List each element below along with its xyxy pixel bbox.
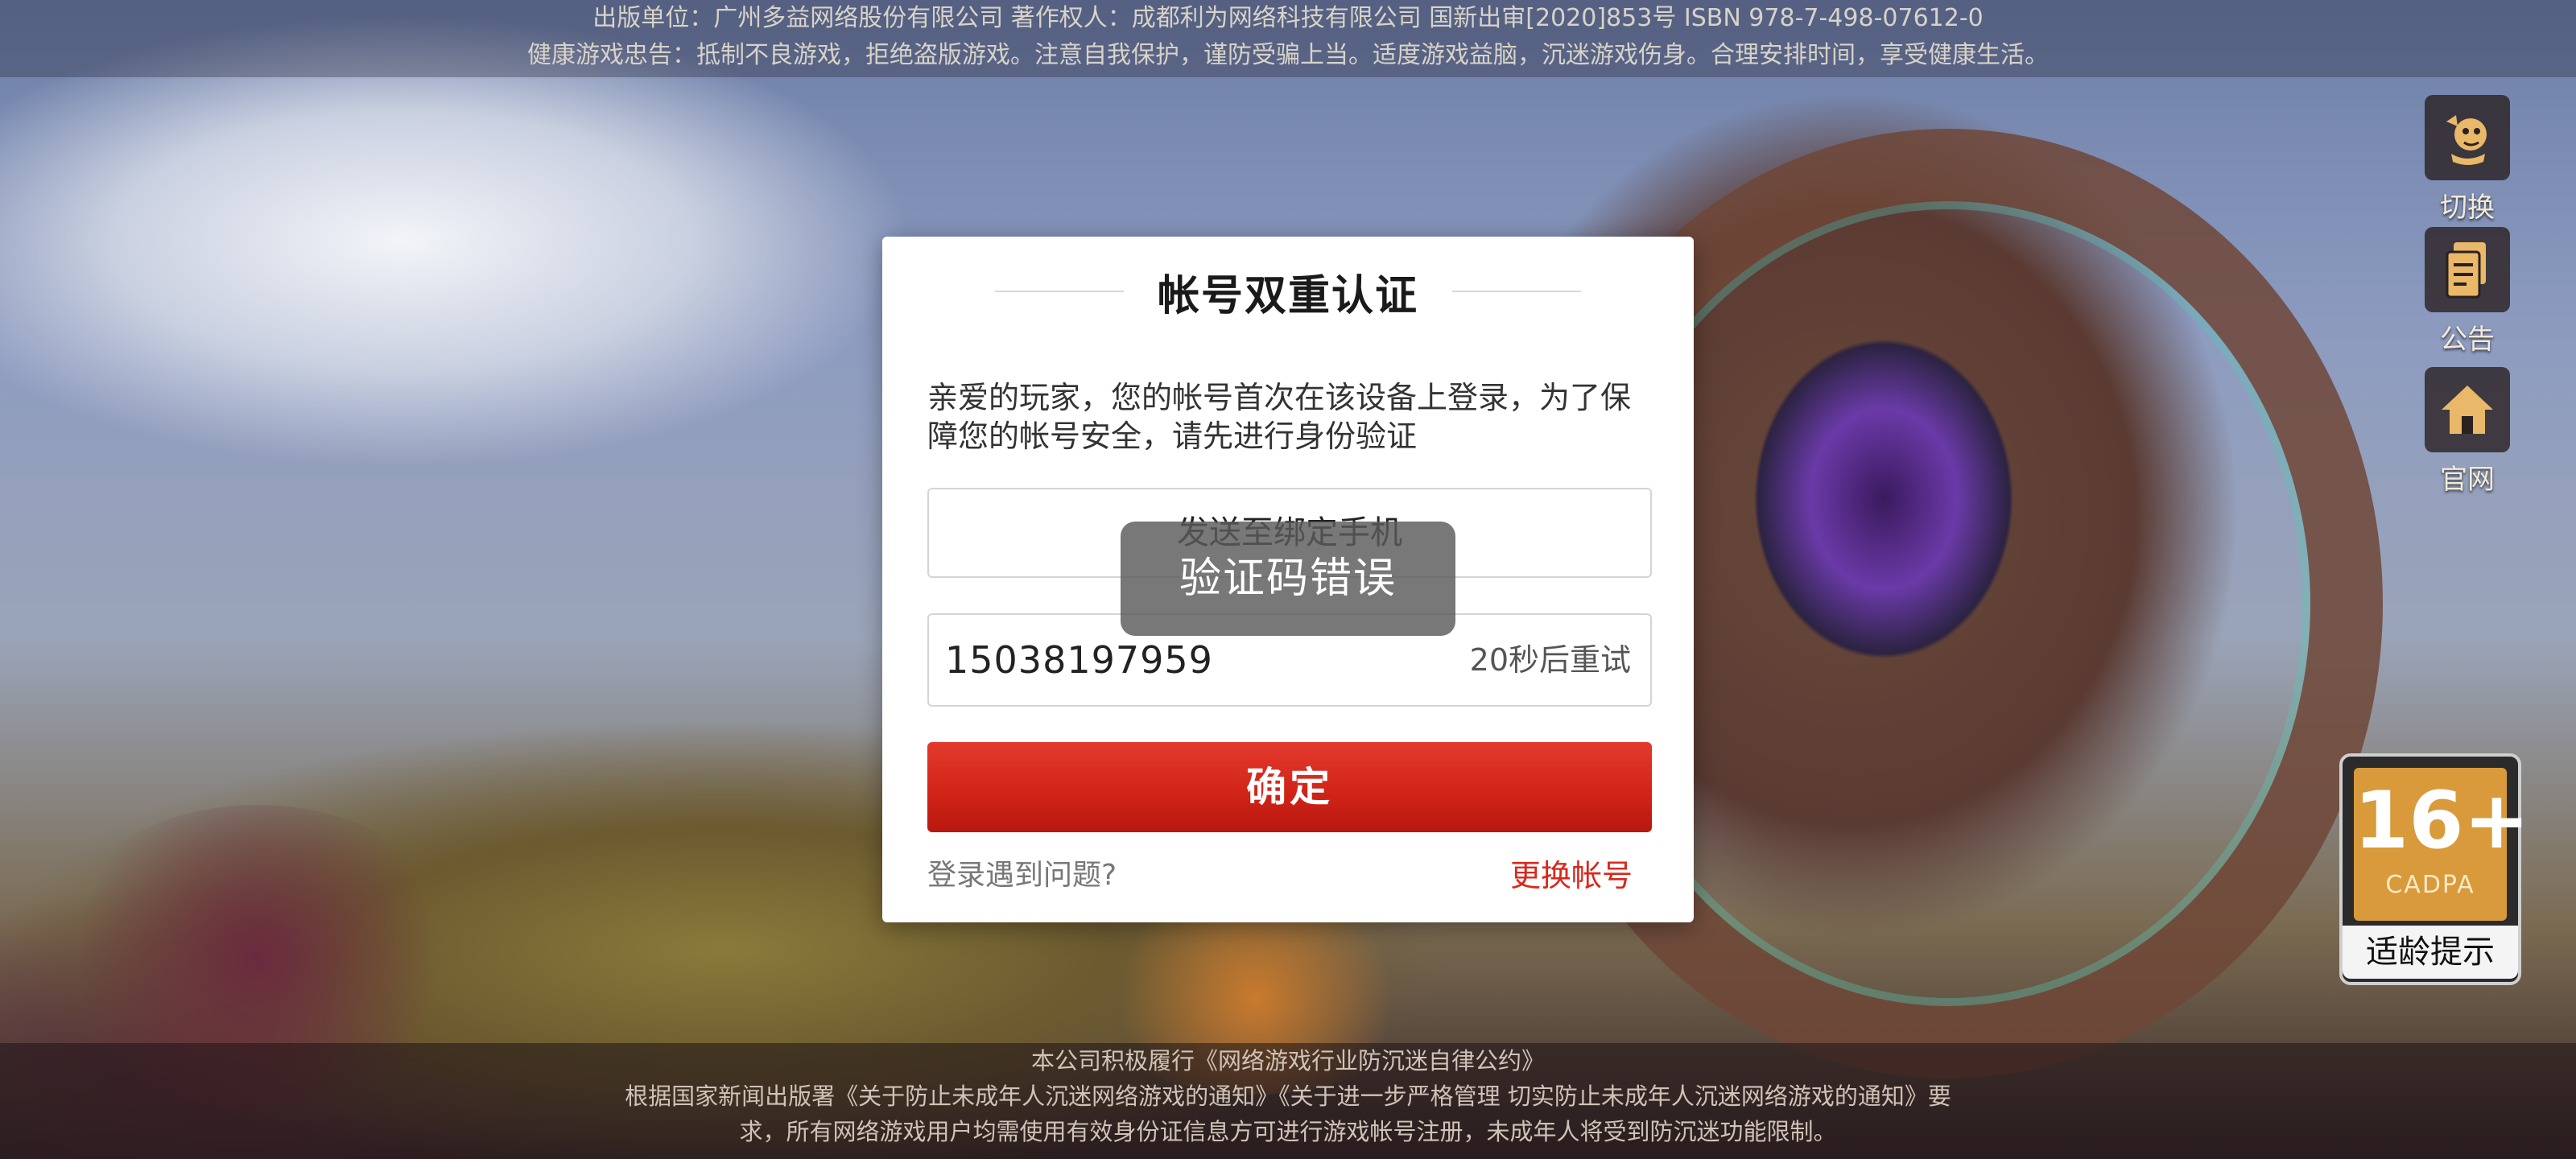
switch-account-link[interactable]: 更换帐号 — [1510, 856, 1633, 895]
sidebar-item-switch[interactable]: 切换 — [2425, 95, 2510, 225]
home-icon — [2425, 367, 2510, 452]
footer-line-2: 根据国家新闻出版署《关于防止未成年人沉迷网络游戏的通知》《关于进一步严格管理 切… — [625, 1083, 1951, 1110]
confirm-button[interactable]: 确定 — [927, 742, 1652, 832]
sidebar-item-label: 切换 — [2440, 192, 2495, 224]
footer-line-3: 求，所有网络游戏用户均需使用有效身份证信息方可进行游戏帐号注册，未成年人将受到防… — [739, 1118, 1837, 1145]
login-help-link[interactable]: 登录遇到问题? — [927, 856, 1117, 895]
age-rating-badge[interactable]: 16+ CADPA 适龄提示 — [2339, 753, 2530, 985]
footer-line-1: 本公司积极履行《网络游戏行业防沉迷自律公约》 — [1030, 1047, 1545, 1074]
sidebar-item-website[interactable]: 官网 — [2425, 367, 2510, 497]
health-notice: 健康游戏忠告：抵制不良游戏，拒绝盗版游戏。注意自我保护，谨防受骗上当。适度游戏益… — [527, 41, 2049, 69]
error-toast: 验证码错误 — [1121, 522, 1455, 636]
age-rating-label: 适龄提示 — [2343, 926, 2518, 979]
footer-notice: 本公司积极履行《网络游戏行业防沉迷自律公约》 根据国家新闻出版署《关于防止未成年… — [0, 1043, 2576, 1159]
dialog-title: 帐号双重认证 — [1157, 271, 1418, 320]
sidebar-item-label: 公告 — [2440, 324, 2495, 356]
sidebar-item-notice[interactable]: 公告 — [2425, 227, 2510, 357]
header-notice: 出版单位：广州多益网络股份有限公司 著作权人：成都利为网络科技有限公司 国新出审… — [0, 0, 2576, 77]
title-divider-left — [994, 291, 1124, 292]
title-divider-right — [1452, 291, 1581, 292]
sidebar-item-label: 官网 — [2440, 464, 2495, 496]
dialog-title-row: 帐号双重认证 — [882, 259, 1694, 324]
switch-character-icon — [2425, 95, 2510, 180]
age-rating-emblem: 16+ CADPA — [2354, 768, 2530, 921]
retry-countdown: 20秒后重试 — [1469, 642, 1631, 678]
age-rating-number: 16+ — [2354, 775, 2530, 867]
dialog-description: 亲爱的玩家，您的帐号首次在该设备上登录，为了保障您的帐号安全，请先进行身份验证 — [927, 380, 1632, 454]
publisher-line: 出版单位：广州多益网络股份有限公司 著作权人：成都利为网络科技有限公司 国新出审… — [592, 4, 1984, 32]
notice-document-icon — [2425, 227, 2510, 312]
age-rating-org: CADPA — [2385, 871, 2475, 899]
